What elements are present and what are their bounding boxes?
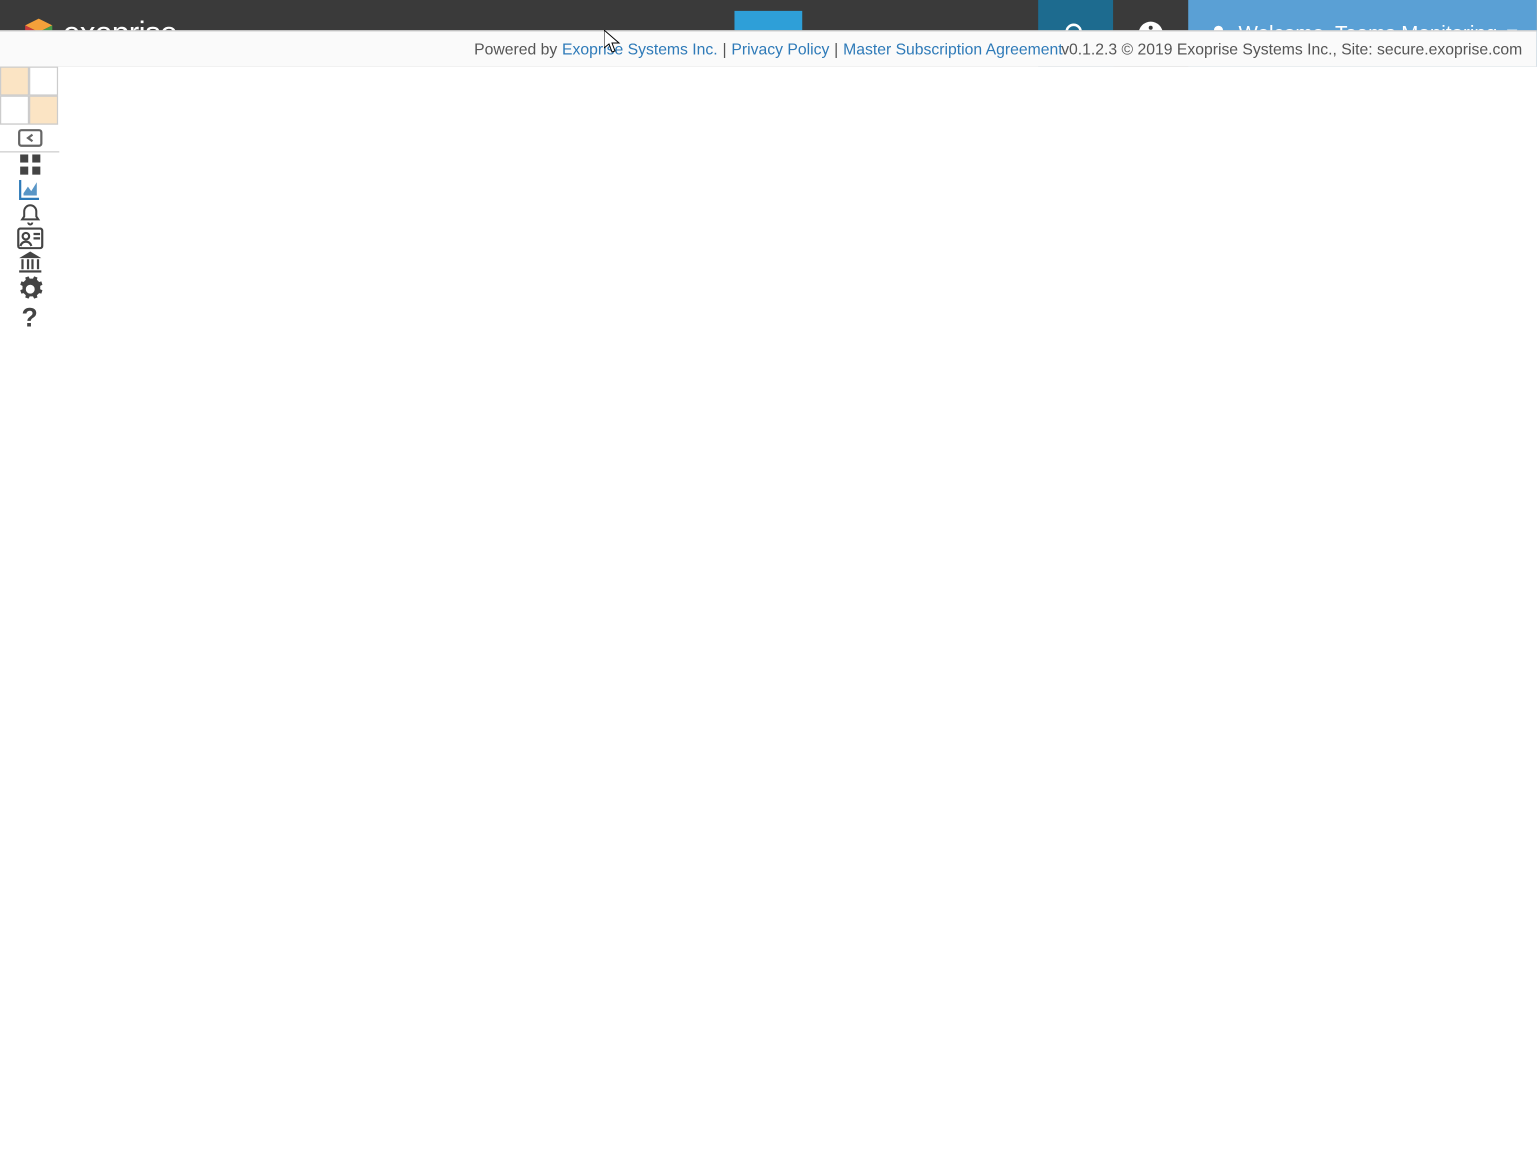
rail-home[interactable] (0, 67, 58, 125)
rail-settings[interactable] (0, 276, 59, 303)
footer-version: v0.1.2.3 © 2019 Exoprise Systems Inc., S… (1061, 40, 1522, 58)
rail-grid[interactable] (0, 152, 59, 176)
rail-id[interactable] (0, 227, 59, 249)
question-icon: ? (21, 303, 37, 334)
rail-alerts[interactable] (0, 203, 59, 227)
rail-help[interactable]: ? (0, 303, 59, 334)
rail-chart[interactable] (0, 177, 59, 204)
footer-company-link[interactable]: Exoprise Systems Inc. (562, 40, 718, 58)
grid-icon (18, 152, 42, 176)
rail-back[interactable] (0, 125, 59, 153)
institution-icon (16, 249, 43, 276)
footer-privacy-link[interactable]: Privacy Policy (731, 40, 829, 58)
footer-tab[interactable] (734, 11, 802, 30)
arrow-left-icon (16, 125, 43, 152)
bell-icon (18, 203, 42, 227)
chart-icon (15, 177, 42, 204)
footer: Powered by Exoprise Systems Inc. | Priva… (0, 30, 1537, 66)
rail-institution[interactable] (0, 249, 59, 276)
gear-icon (16, 276, 43, 303)
footer-msa-link[interactable]: Master Subscription Agreement (843, 40, 1062, 58)
id-icon (16, 227, 43, 249)
